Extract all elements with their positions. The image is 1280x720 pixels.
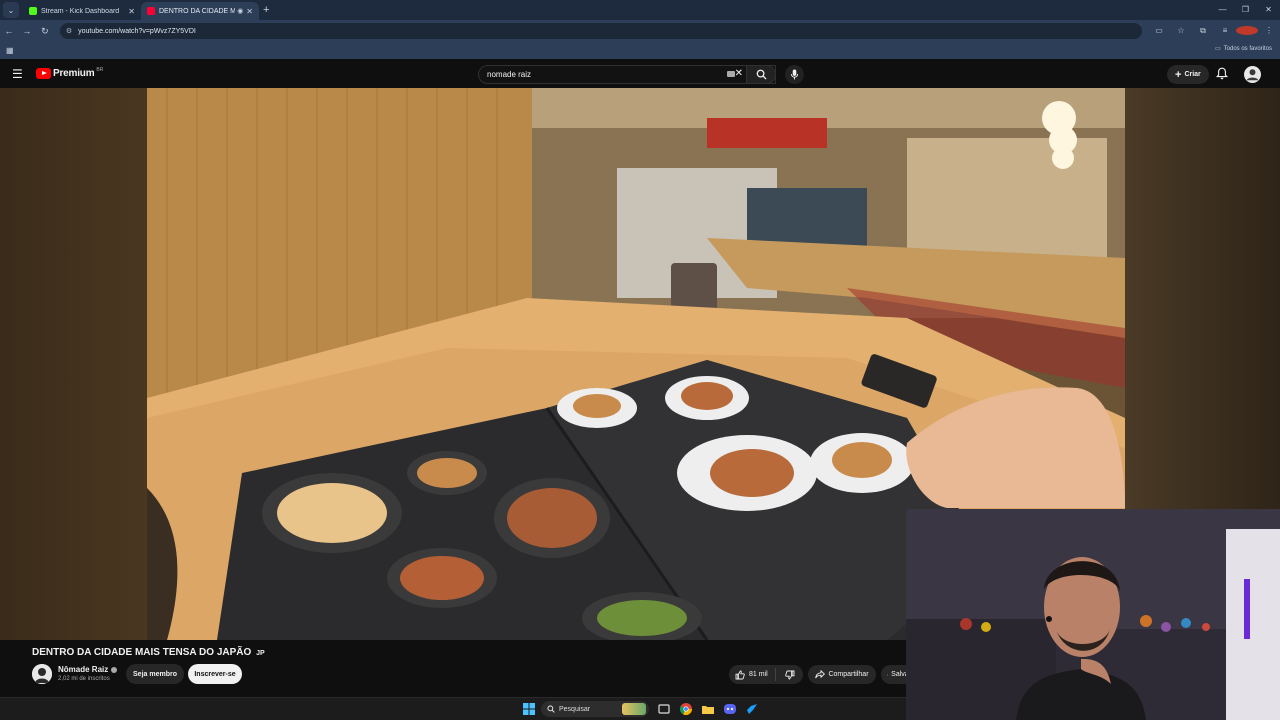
share-button[interactable]: Compartilhar [808,665,876,684]
video-title: DENTRO DA CIDADE MAIS TENSA DO JAPÃO JP [32,647,265,658]
thumbs-down-icon [784,670,794,679]
url-input[interactable]: ⚙ youtube.com/watch?v=pWvz7ZY5VDI [59,23,1142,39]
like-count: 81 mil [749,671,768,678]
channel-name-text: Nômade Raiz [58,665,109,674]
youtube-play-icon [36,68,51,79]
search-icon [756,69,767,80]
profile-icon[interactable] [1236,26,1258,36]
windows-start-icon[interactable] [523,703,535,715]
like-button[interactable]: 81 mil [729,668,776,681]
plus-icon: + [1175,68,1182,81]
share-icon [815,670,826,679]
window-controls: — ❐ ✕ [1211,0,1280,20]
tab-label: DENTRO DA CIDADE MAIS [159,7,236,15]
video-meta: DENTRO DA CIDADE MAIS TENSA DO JAPÃO JP … [0,640,911,700]
join-button[interactable]: Seja membro [126,664,184,684]
avatar-image [32,664,52,684]
like-dislike-group: 81 mil [729,665,803,684]
create-button[interactable]: + Criar [1167,65,1209,84]
search-value: nomade raiz [487,70,532,79]
hamburger-icon[interactable]: ☰ [12,68,23,80]
screen: ⌄ Stream - Kick Dashboard ✕ DENTRO DA CI… [0,0,1280,720]
mic-icon [790,69,799,80]
search-button[interactable] [746,65,776,84]
apps-grid-icon[interactable]: ▦ [6,46,14,55]
close-tab-icon[interactable]: ✕ [128,7,135,16]
search-input[interactable]: nomade raiz ✕ [478,65,776,84]
share-label: Compartilhar [828,671,869,678]
discord-icon[interactable] [723,702,737,716]
create-label: Criar [1184,71,1201,78]
new-tab-button[interactable]: + [263,4,269,16]
youtube-header: ☰ Premium BR nomade raiz ✕ + Criar [0,60,1280,88]
folder-icon: ▭ [1214,46,1221,52]
webcam-overlay [906,509,1280,720]
all-bookmarks-folder[interactable]: ▭ Todos os favoritos [1214,45,1272,53]
minimize-icon[interactable]: — [1211,0,1234,20]
media-control-icon[interactable]: ≡ [1214,26,1236,36]
bookmark-icon [887,673,889,676]
file-explorer-icon[interactable] [701,702,715,716]
task-view-icon[interactable] [657,702,671,716]
taskbar-search-placeholder: Pesquisar [559,705,591,713]
bell-icon[interactable] [1216,67,1228,80]
steam-icon[interactable] [745,702,759,716]
tab-youtube-video[interactable]: DENTRO DA CIDADE MAIS ◉ ✕ [141,2,259,20]
taskbar-search[interactable]: Pesquisar [541,701,649,717]
cast-icon[interactable]: ▭ [1148,26,1170,36]
more-icon[interactable]: ⋮ [1258,26,1280,36]
clear-search-icon[interactable]: ✕ [735,68,743,79]
close-tab-icon[interactable]: ✕ [246,7,253,16]
back-icon[interactable]: ← [0,26,18,36]
subscribe-button[interactable]: Inscrever-se [188,664,242,684]
audio-playing-icon[interactable]: ◉ [237,7,243,15]
bookmark-star-icon[interactable]: ☆ [1170,26,1192,36]
youtube-favicon-icon [147,7,155,15]
tab-kick-dashboard[interactable]: Stream - Kick Dashboard ✕ [23,2,141,20]
bookmarks-bar: ▦ ▭ Todos os favoritos [0,42,1280,59]
tab-search-icon[interactable]: ⌄ [3,2,19,18]
forward-icon[interactable]: → [18,26,36,36]
close-window-icon[interactable]: ✕ [1257,0,1280,20]
account-avatar[interactable] [1244,66,1261,83]
chrome-icon[interactable] [679,702,693,716]
title-tag: JP [256,650,265,657]
reload-icon[interactable]: ↻ [36,26,54,37]
logo-text: Premium [53,68,95,79]
toolbar-icons: ▭ ☆ ⧉ ≡ ⋮ [1148,26,1280,36]
tab-label: Stream - Kick Dashboard [41,7,120,15]
restore-icon[interactable]: ❐ [1234,0,1257,20]
search-highlight-icon [622,703,646,715]
ambient-left [0,88,147,640]
windows-taskbar: Pesquisar [0,697,906,720]
title-text: DENTRO DA CIDADE MAIS TENSA DO JAPÃO [32,647,252,658]
search-icon [547,705,555,713]
thumbs-up-icon [735,670,745,679]
dislike-button[interactable] [776,670,803,680]
youtube-logo[interactable]: Premium BR [36,66,104,79]
voice-search-button[interactable] [785,65,804,84]
verified-icon [111,666,118,673]
address-bar: ← → ↻ ⚙ youtube.com/watch?v=pWvz7ZY5VDI … [0,20,1280,42]
folder-label: Todos os favoritos [1223,45,1272,52]
url-text: youtube.com/watch?v=pWvz7ZY5VDI [78,27,196,35]
extensions-icon[interactable]: ⧉ [1192,26,1214,36]
channel-avatar[interactable] [32,664,52,684]
browser-tab-strip: ⌄ Stream - Kick Dashboard ✕ DENTRO DA CI… [0,0,1280,20]
subscriber-count: 2,02 mi de inscritos [58,676,110,682]
kick-favicon-icon [29,7,37,15]
logo-country: BR [96,66,104,73]
channel-name[interactable]: Nômade Raiz [58,665,118,674]
site-info-icon[interactable]: ⚙ [66,27,72,35]
